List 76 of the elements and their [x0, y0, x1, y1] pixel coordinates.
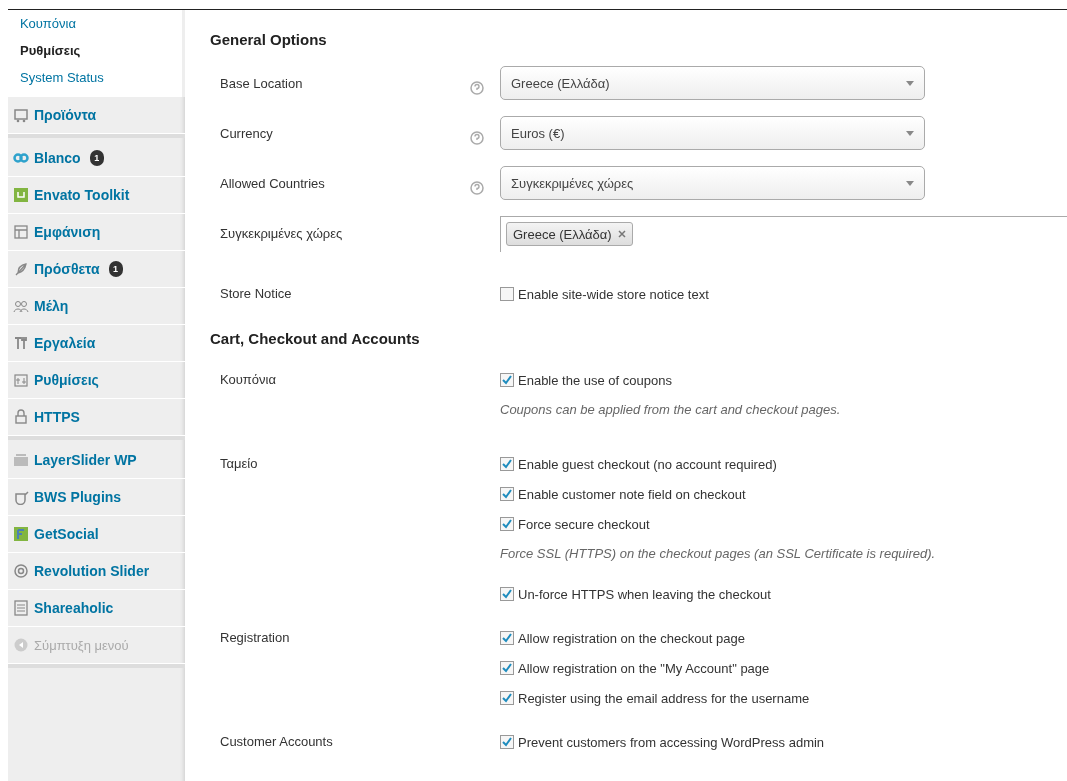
checkbox[interactable]	[500, 487, 514, 501]
square-icon	[13, 526, 29, 542]
menu-item[interactable]: BWS Plugins	[8, 479, 185, 516]
feather-icon	[13, 261, 29, 277]
checkbox[interactable]	[500, 373, 514, 387]
submenu-link[interactable]: System Status	[20, 64, 182, 91]
setting-label: Allowed Countries	[219, 176, 325, 191]
submenu-link[interactable]: Κουπόνια	[20, 10, 182, 37]
multiselect-field[interactable]: Greece (Ελλάδα)	[500, 216, 1067, 252]
remove-icon[interactable]	[617, 230, 626, 238]
checkbox-label[interactable]: Force secure checkout	[518, 516, 650, 532]
country-tag[interactable]: Greece (Ελλάδα)	[506, 222, 633, 246]
menu-item[interactable]: Εργαλεία	[8, 325, 185, 362]
cart-icon	[13, 107, 29, 123]
gear-icon	[13, 563, 29, 579]
menu-item[interactable]: GetSocial	[8, 516, 185, 553]
checkbox-label[interactable]: Un-force HTTPS when leaving the checkout	[518, 586, 771, 602]
checkbox[interactable]	[500, 661, 514, 675]
menu-item[interactable]: Προϊόντα	[8, 97, 185, 134]
help-icon[interactable]	[470, 131, 484, 145]
checkbox[interactable]	[500, 735, 514, 749]
setting-label: Store Notice	[219, 286, 292, 301]
checkbox[interactable]	[500, 457, 514, 471]
infinity-icon	[13, 150, 29, 166]
help-icon[interactable]	[470, 81, 484, 95]
checkbox[interactable]	[500, 631, 514, 645]
layout-icon	[13, 224, 29, 240]
help-icon[interactable]	[470, 181, 484, 195]
checkbox-label[interactable]: Enable customer note field on checkout	[518, 486, 746, 502]
menu-item[interactable]: Μέλη	[8, 288, 185, 325]
checkbox-label[interactable]: Register using the email address for the username	[518, 690, 810, 706]
select-field[interactable]: Greece (Ελλάδα)	[500, 66, 925, 100]
checkbox[interactable]	[500, 587, 514, 601]
count-badge: 1	[108, 261, 123, 277]
setting-label: Customer Accounts	[219, 734, 333, 749]
count-badge: 1	[89, 150, 104, 166]
sliders-icon	[13, 372, 29, 388]
menu-item[interactable]: Shareaholic	[8, 590, 185, 627]
section-heading: General Options	[210, 30, 327, 50]
menu-item[interactable]: Ρυθμίσεις	[8, 362, 185, 399]
checkbox-label[interactable]: Prevent customers from accessing WordPress admin	[518, 734, 825, 750]
checkbox-label[interactable]: Allow registration on the "My Account" page	[518, 660, 770, 676]
checkbox[interactable]	[500, 517, 514, 531]
square-icon	[13, 187, 29, 203]
menu-item[interactable]: Εμφάνιση	[8, 214, 185, 251]
checkbox-label[interactable]: Enable site-wide store notice text	[518, 286, 709, 302]
menu-item[interactable]: LayerSlider WP	[8, 442, 185, 479]
users-icon	[13, 298, 29, 314]
setting-label: Κουπόνια	[219, 372, 276, 387]
setting-label: Συγκεκριμένες χώρες	[219, 226, 343, 241]
select-field[interactable]: Συγκεκριμένες χώρες	[500, 166, 925, 200]
menu-item[interactable]: Πρόσθετα 1	[8, 251, 185, 288]
select-field[interactable]: Euros (€)	[500, 116, 925, 150]
menu-item[interactable]: Envato Toolkit	[8, 177, 185, 214]
setting-label: Base Location	[219, 76, 303, 91]
lock-icon	[13, 409, 29, 425]
checkbox-label[interactable]: Enable the use of coupons	[518, 372, 672, 388]
menu-item[interactable]: Revolution Slider	[8, 553, 185, 590]
stack-icon	[13, 452, 29, 468]
description-text: Force SSL (HTTPS) on the checkout pages (an SSL Certificate is required).	[500, 545, 936, 563]
checkbox[interactable]	[500, 287, 514, 301]
setting-label: Registration	[219, 630, 290, 645]
document-icon	[13, 600, 29, 616]
menu-item[interactable]: HTTPS	[8, 399, 185, 436]
setting-label: Currency	[219, 126, 273, 141]
checkbox-label[interactable]: Allow registration on the checkout page	[518, 630, 745, 646]
checkbox-label[interactable]: Enable guest checkout (no account required)	[518, 456, 777, 472]
menu-item[interactable]: Blanco 1	[8, 140, 185, 177]
submenu-link[interactable]: Ρυθμίσεις	[20, 37, 182, 64]
checkbox[interactable]	[500, 691, 514, 705]
section-heading: Cart, Checkout and Accounts	[210, 329, 420, 349]
tools-icon	[13, 335, 29, 351]
setting-label: Ταμείο	[219, 456, 258, 471]
description-text: Coupons can be applied from the cart and checkout pages.	[500, 401, 841, 419]
collapse-icon	[13, 637, 29, 653]
mug-icon	[13, 489, 29, 505]
